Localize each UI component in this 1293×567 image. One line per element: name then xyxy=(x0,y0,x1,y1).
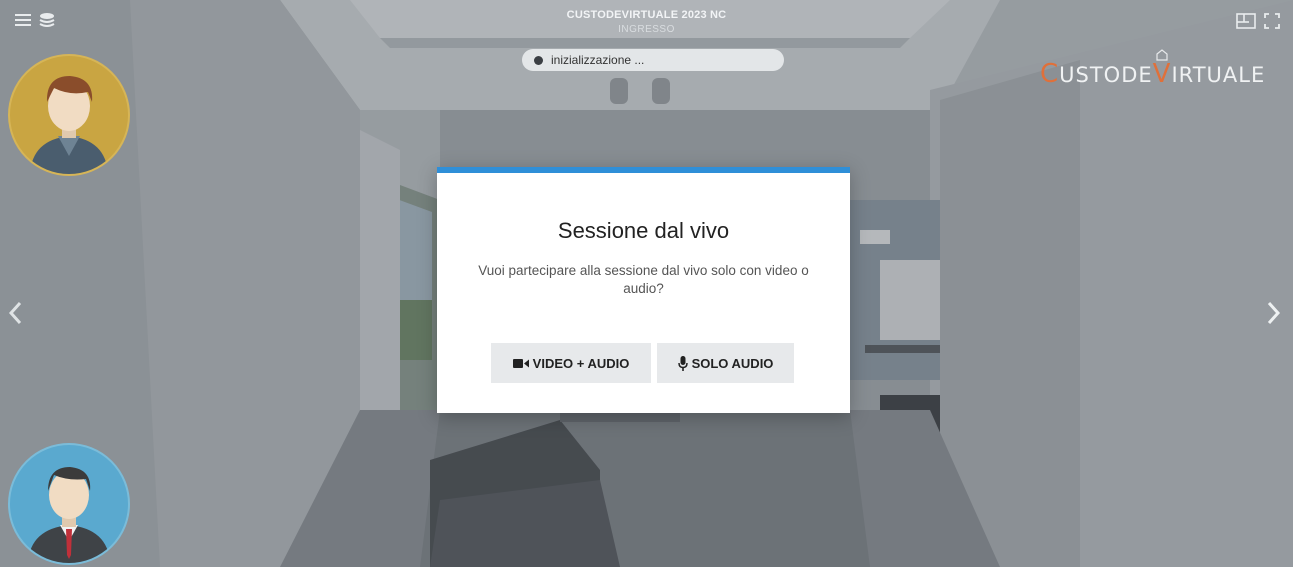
svg-text:CUSTODEVIRTUALE: CUSTODEVIRTUALE xyxy=(1040,59,1265,89)
status-indicator-icon xyxy=(534,55,543,65)
audio-only-button[interactable]: SOLO AUDIO xyxy=(657,343,794,383)
status-bar: inizializzazione ... xyxy=(522,49,784,71)
chevron-right-icon[interactable] xyxy=(1262,298,1284,328)
dialog-message: Vuoi partecipare alla sessione dal vivo … xyxy=(478,263,809,296)
tour-title: CUSTODEVIRTUALE 2023 NC xyxy=(566,9,727,21)
brand-logo: CUSTODEVIRTUALE xyxy=(1040,46,1276,92)
microphone-icon xyxy=(677,355,688,371)
audio-only-label: SOLO AUDIO xyxy=(691,355,774,371)
fullscreen-icon[interactable] xyxy=(1263,12,1281,30)
guest-avatar[interactable] xyxy=(8,54,130,176)
chevron-left-icon[interactable] xyxy=(5,298,27,328)
status-text: inizializzazione ... xyxy=(551,53,645,67)
agent-avatar[interactable] xyxy=(8,443,130,565)
video-audio-button[interactable]: VIDEO + AUDIO xyxy=(491,343,651,383)
floorplan-icon[interactable] xyxy=(1235,12,1257,30)
dialog-title: Sessione dal vivo xyxy=(557,218,730,243)
live-session-dialog: Sessione dal vivo Vuoi partecipare alla … xyxy=(437,167,850,413)
room-name: INGRESSO xyxy=(618,24,675,35)
video-camera-icon xyxy=(512,358,529,368)
video-audio-label: VIDEO + AUDIO xyxy=(532,355,630,371)
